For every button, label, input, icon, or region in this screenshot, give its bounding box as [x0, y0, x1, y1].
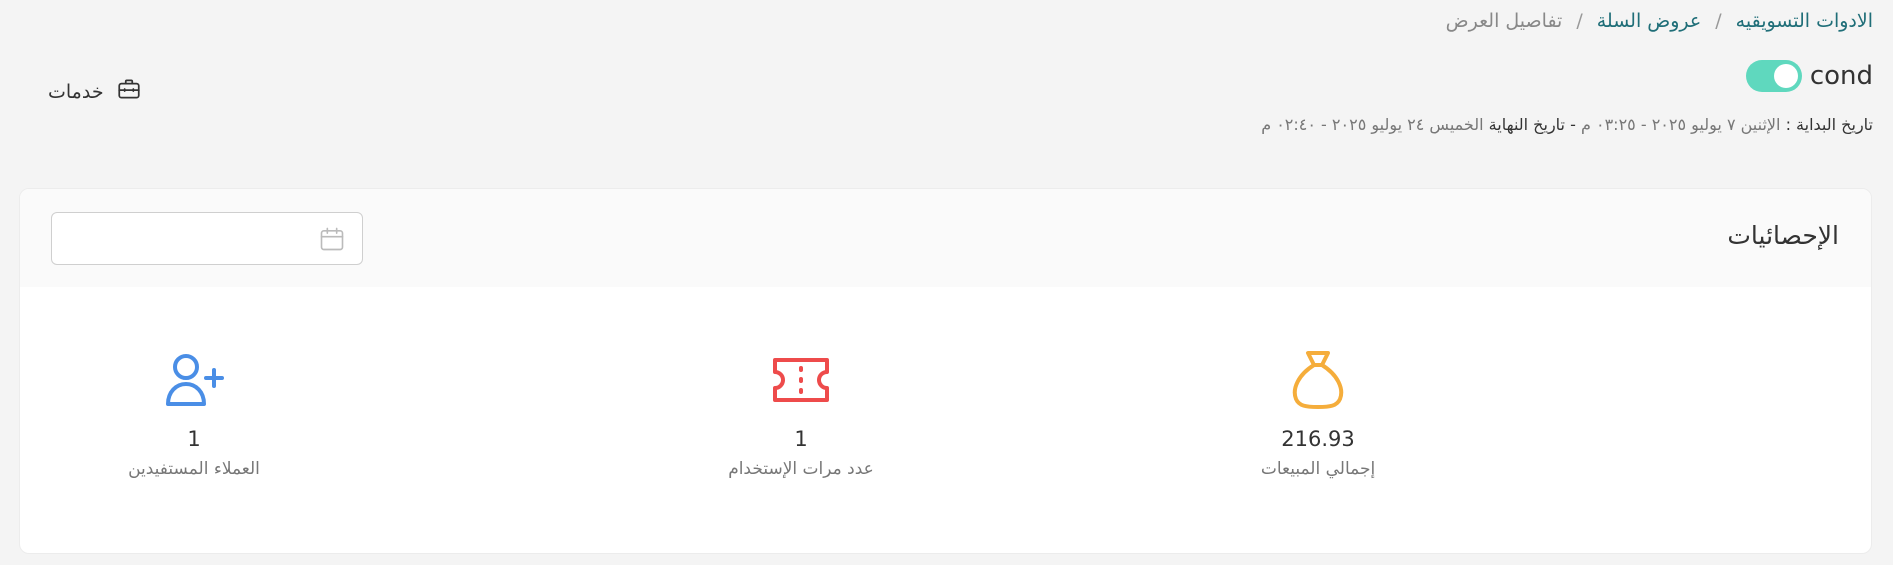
- breadcrumb-cart-offers[interactable]: عروض السلة: [1597, 10, 1702, 32]
- offer-name: cond: [1809, 61, 1873, 91]
- breadcrumb-offer-details: تفاصيل العرض: [1445, 10, 1563, 32]
- date-range-input[interactable]: [51, 212, 363, 265]
- offer-header: cond: [1745, 60, 1873, 92]
- end-date-value: الخميس ٢٤ يوليو ٢٠٢٥ - ٠٢:٤٠ م: [1261, 115, 1484, 134]
- calendar-icon: [318, 225, 346, 257]
- stat-total-sales: 216.93 إجمالي المبيعات: [1208, 349, 1428, 479]
- start-date-label: تاريخ البداية :: [1785, 115, 1873, 134]
- stat-label: إجمالي المبيعات: [1260, 459, 1376, 479]
- offer-status-toggle[interactable]: [1745, 60, 1802, 92]
- date-dash: -: [1570, 115, 1576, 134]
- stat-label: العملاء المستفيدين: [128, 459, 260, 479]
- stat-value: 216.93: [1281, 427, 1355, 451]
- stat-beneficiary-customers: 1 العملاء المستفيدين: [84, 349, 304, 479]
- services-label: خدمات: [48, 80, 104, 103]
- breadcrumb-separator: /: [1715, 10, 1722, 32]
- breadcrumb-separator: /: [1576, 10, 1583, 32]
- ticket-icon: [691, 349, 911, 411]
- toggle-knob: [1773, 64, 1798, 88]
- statistics-card-header: الإحصائيات: [20, 189, 1871, 287]
- stat-usage-count: 1 عدد مرات الإستخدام: [691, 349, 911, 479]
- stat-value: 1: [187, 427, 201, 451]
- statistics-card: الإحصائيات 216.93 إجمالي المبيعات 1 عدد …: [19, 188, 1872, 554]
- money-bag-icon: [1208, 349, 1428, 411]
- end-date-label: تاريخ النهاية: [1488, 115, 1566, 134]
- breadcrumb-marketing-tools[interactable]: الادوات التسويقيه: [1736, 10, 1873, 32]
- stat-label: عدد مرات الإستخدام: [728, 459, 874, 479]
- services-button[interactable]: خدمات: [48, 76, 142, 107]
- breadcrumb: الادوات التسويقيه / عروض السلة / تفاصيل …: [1446, 10, 1873, 32]
- offer-dates: تاريخ البداية : الإثنين ٧ يوليو ٢٠٢٥ - ٠…: [1261, 115, 1873, 134]
- statistics-title: الإحصائيات: [1727, 221, 1839, 250]
- stat-value: 1: [794, 427, 808, 451]
- start-date-value: الإثنين ٧ يوليو ٢٠٢٥ - ٠٣:٢٥ م: [1580, 115, 1781, 134]
- briefcase-icon: [116, 76, 142, 107]
- user-plus-icon: [84, 349, 304, 411]
